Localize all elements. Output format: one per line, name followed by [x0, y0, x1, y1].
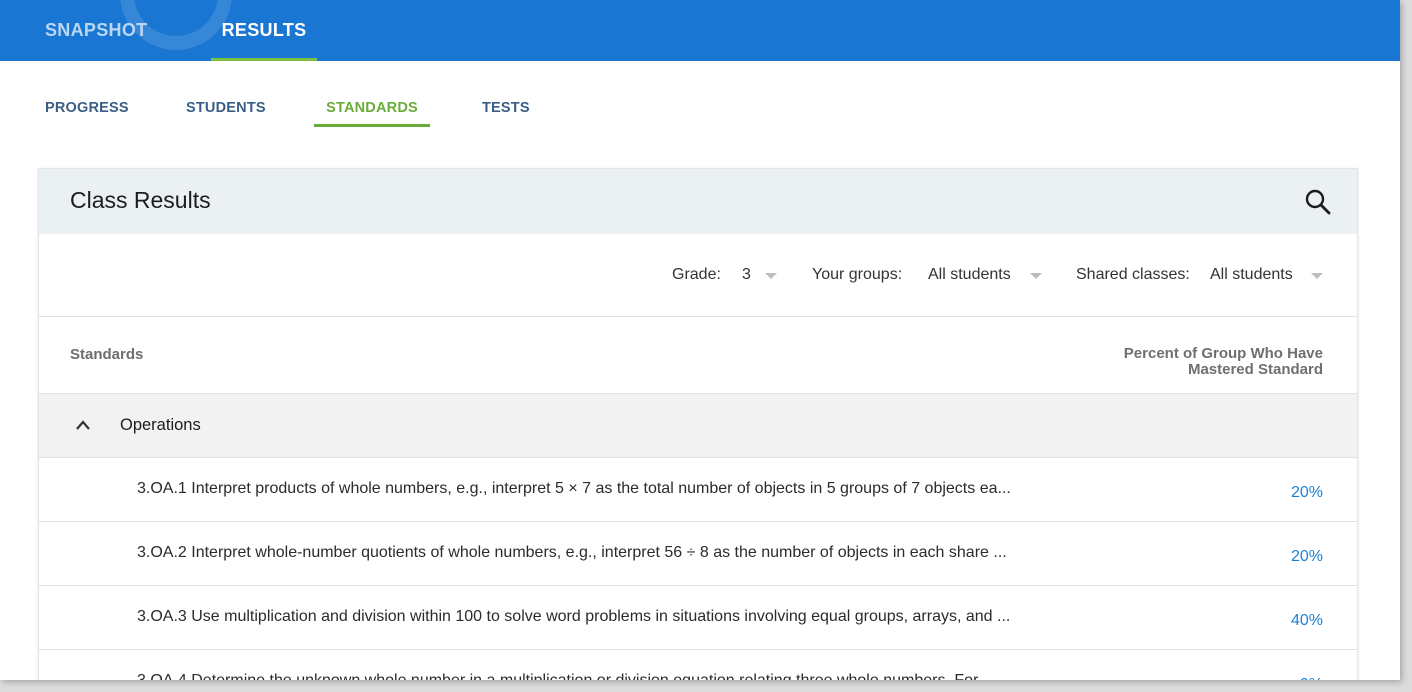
chevron-up-icon[interactable]: [75, 419, 91, 431]
shared-classes-select[interactable]: All students: [1210, 266, 1293, 284]
table-row[interactable]: 3.OA.3 Use multiplication and division w…: [39, 586, 1357, 650]
subtab-standards[interactable]: STANDARDS: [314, 98, 430, 127]
standard-text: 3.OA.1 Interpret products of whole numbe…: [137, 480, 1011, 497]
filters-bar: Grade: 3 Your groups: All students Share…: [39, 234, 1357, 317]
standard-text: 3.OA.4 Determine the unknown whole numbe…: [137, 672, 991, 680]
shared-classes-label: Shared classes:: [1076, 266, 1190, 283]
column-standards: Standards: [70, 346, 144, 363]
percent-link[interactable]: 40%: [1291, 612, 1323, 630]
table-row[interactable]: 3.OA.1 Interpret products of whole numbe…: [39, 458, 1357, 522]
table-row[interactable]: 3.OA.2 Interpret whole-number quotients …: [39, 522, 1357, 586]
groups-label: Your groups:: [812, 266, 903, 283]
search-icon: [1305, 189, 1331, 215]
grade-label: Grade:: [672, 266, 721, 283]
percent-link[interactable]: 20%: [1291, 484, 1323, 502]
group-label: Operations: [120, 416, 201, 434]
column-percent-mastered: Percent of Group Who Have Mastered Stand…: [1023, 346, 1323, 378]
group-row-operations[interactable]: Operations: [39, 394, 1357, 458]
tab-results[interactable]: RESULTS: [211, 0, 317, 61]
standard-text: 3.OA.2 Interpret whole-number quotients …: [137, 544, 1007, 561]
app-page: SNAPSHOT RESULTS PROGRESS STUDENTS STAND…: [0, 0, 1400, 680]
table-header: Standards Percent of Group Who Have Mast…: [39, 317, 1357, 394]
grade-caret-icon[interactable]: [765, 273, 777, 279]
standard-text: 3.OA.3 Use multiplication and division w…: [137, 608, 1011, 625]
percent-link[interactable]: 20%: [1291, 548, 1323, 566]
percent-link[interactable]: 0%: [1300, 676, 1323, 680]
subtab-tests[interactable]: TESTS: [482, 98, 530, 127]
table-row[interactable]: 3.OA.4 Determine the unknown whole numbe…: [39, 650, 1357, 680]
subtab-progress[interactable]: PROGRESS: [45, 98, 129, 127]
card-header: Class Results: [39, 169, 1357, 234]
groups-select[interactable]: All students: [928, 266, 1011, 284]
class-results-card: Class Results Grade: 3 Your groups: All …: [38, 168, 1358, 680]
card-title: Class Results: [70, 187, 211, 213]
column-percent-line1: Percent of Group Who Have: [1123, 345, 1323, 362]
subtab-students[interactable]: STUDENTS: [186, 98, 266, 127]
column-percent-line2: Mastered Standard: [1187, 361, 1323, 378]
shared-classes-caret-icon[interactable]: [1311, 273, 1323, 279]
grade-select[interactable]: 3: [742, 266, 751, 284]
groups-caret-icon[interactable]: [1030, 273, 1042, 279]
tab-snapshot[interactable]: SNAPSHOT: [45, 0, 147, 61]
search-button[interactable]: [1303, 187, 1333, 217]
top-navigation-bar: SNAPSHOT RESULTS: [0, 0, 1400, 61]
